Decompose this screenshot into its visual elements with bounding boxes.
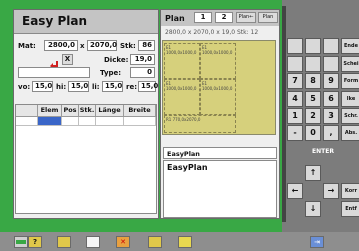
grid-header-select xyxy=(16,105,38,117)
key-blank-5[interactable] xyxy=(305,56,321,72)
plan-total: 2 xyxy=(215,12,233,23)
plan-piece[interactable]: E1 1000,0x1000,0 xyxy=(200,79,236,115)
key-3[interactable]: 3 xyxy=(323,108,339,124)
hi-input[interactable]: 15,0 xyxy=(68,81,89,92)
grid-cell-selected[interactable] xyxy=(38,117,62,126)
type-input[interactable]: 0 xyxy=(130,67,155,78)
grid-cell[interactable] xyxy=(79,117,96,126)
key-schr[interactable]: Schr. xyxy=(341,108,359,124)
grid-cell[interactable] xyxy=(96,117,124,126)
arrow-right-key[interactable]: → xyxy=(323,183,339,199)
key-8[interactable]: 8 xyxy=(305,73,321,89)
green-tab-icon[interactable] xyxy=(14,236,28,248)
key-7[interactable]: 7 xyxy=(287,73,303,89)
key-scheibe[interactable]: Schei xyxy=(341,56,359,72)
key-blank-1[interactable] xyxy=(287,38,303,54)
plan-piece[interactable]: E1 1000,0x1000,0 xyxy=(200,43,236,79)
dicke-input[interactable]: 19,0 xyxy=(130,54,155,65)
parts-grid[interactable]: Elem Pos Stk. Länge Breite xyxy=(15,104,157,214)
exit-icon[interactable]: ⇥ xyxy=(310,236,324,248)
mat-label: Mat: xyxy=(18,42,36,50)
folder-icon[interactable] xyxy=(148,236,162,248)
notes-title-box: EasyPlan xyxy=(163,147,277,159)
key-5[interactable]: 5 xyxy=(305,91,321,107)
dicke-label: Dicke: xyxy=(104,56,129,64)
key-minus[interactable]: - xyxy=(287,125,303,141)
plan-summary: 2800,0 x 2070,0 x 19,0 Stk: 12 xyxy=(165,29,259,36)
key-1[interactable]: 1 xyxy=(287,108,303,124)
vo-label: vo: xyxy=(18,83,31,91)
plan-current[interactable]: 1 xyxy=(194,12,212,23)
re-input[interactable]: 15,0 xyxy=(138,81,158,92)
notes-title: EasyPlan xyxy=(167,150,200,158)
vo-input[interactable]: 15,0 xyxy=(32,81,53,92)
x-separator: x xyxy=(80,42,85,50)
grid-header-elem[interactable]: Elem xyxy=(38,105,62,117)
key-blank-6[interactable] xyxy=(323,56,339,72)
plan-piece-rest[interactable]: R1 770,0x2070,0 xyxy=(164,115,236,133)
print-icon[interactable] xyxy=(178,236,192,248)
key-6[interactable]: 6 xyxy=(323,91,339,107)
key-korr[interactable]: Korr xyxy=(341,183,359,199)
key-blank-2[interactable] xyxy=(305,38,321,54)
plan-piece[interactable]: E1 1000,0x1000,0 xyxy=(164,79,200,115)
x-button[interactable]: X xyxy=(62,54,73,65)
li-input[interactable]: 15,0 xyxy=(102,81,123,92)
notes-box[interactable]: EasyPlan xyxy=(163,160,277,218)
li-label: li: xyxy=(92,83,100,91)
help-icon[interactable]: ? xyxy=(28,236,42,248)
grid-cell[interactable] xyxy=(124,117,156,126)
grid-header-laenge[interactable]: Länge xyxy=(96,105,124,117)
grid-header-pos[interactable]: Pos xyxy=(62,105,79,117)
grid-cell[interactable] xyxy=(16,117,38,126)
grid-cell[interactable] xyxy=(62,117,79,126)
key-entf[interactable]: Entf xyxy=(341,201,359,217)
arrow-left-key[interactable]: ← xyxy=(287,183,303,199)
arrow-down-key[interactable]: ↓ xyxy=(305,201,321,217)
hi-label: hi: xyxy=(56,83,67,91)
key-abs[interactable]: Abs. xyxy=(341,125,359,141)
key-0[interactable]: 0 xyxy=(305,125,321,141)
height-input[interactable]: 2070,0 xyxy=(87,40,117,51)
arrow-up-key[interactable]: ↑ xyxy=(305,165,321,181)
keypad-divider xyxy=(282,6,286,222)
rotate-arrow-icon[interactable] xyxy=(50,55,60,69)
stk-label: Stk: xyxy=(120,42,136,50)
notes-text: EasyPlan xyxy=(167,163,208,172)
delete-icon[interactable]: ✕ xyxy=(116,236,130,248)
plan-next-button[interactable]: Plan xyxy=(258,12,278,23)
plan-piece[interactable]: E1 1000,0x1000,0 xyxy=(164,43,200,79)
re-label: re: xyxy=(126,83,137,91)
key-ike[interactable]: Ike xyxy=(341,91,359,107)
app-title: Easy Plan xyxy=(22,14,87,28)
key-blank-4[interactable] xyxy=(287,56,303,72)
key-form[interactable]: Form xyxy=(341,73,359,89)
key-4[interactable]: 4 xyxy=(287,91,303,107)
key-2[interactable]: 2 xyxy=(305,108,321,124)
enter-label: ENTER xyxy=(287,145,359,159)
key-ende[interactable]: Ende xyxy=(341,38,359,54)
cutting-plan-view[interactable]: E1 1000,0x1000,0 E1 1000,0x1000,0 E1 100… xyxy=(162,40,276,135)
key-comma[interactable]: , xyxy=(323,125,339,141)
plan-prev-button[interactable]: Plan← xyxy=(236,12,256,23)
stk-input[interactable]: 86 xyxy=(138,40,155,51)
type-label: Type: xyxy=(100,69,122,77)
new-icon[interactable] xyxy=(86,236,100,248)
key-9[interactable]: 9 xyxy=(323,73,339,89)
grid-header-breite[interactable]: Breite xyxy=(124,105,156,117)
width-input[interactable]: 2800,0 xyxy=(44,40,78,51)
key-blank-3[interactable] xyxy=(323,38,339,54)
plan-label: Plan xyxy=(165,14,185,23)
grid-header-stk[interactable]: Stk. xyxy=(79,105,96,117)
open-icon[interactable] xyxy=(57,236,71,248)
type-name-input[interactable] xyxy=(18,67,90,78)
